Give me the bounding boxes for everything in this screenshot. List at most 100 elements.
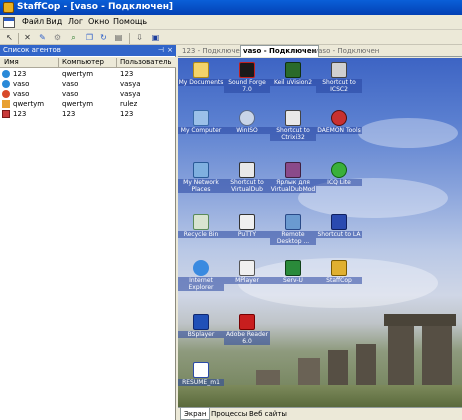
desktop-icon-label: Shortcut to VirtualDub <box>224 179 270 193</box>
desktop-icon-remote-desktop[interactable]: Remote Desktop ... <box>270 214 316 256</box>
title-bar: StaffCop - [vaso - Подключен] <box>0 0 462 15</box>
agent-offline-icon <box>2 110 10 118</box>
desktop-icon-label: WinISO <box>224 127 270 134</box>
menu-window[interactable]: Окно <box>88 17 109 26</box>
daemon-tools-icon <box>331 110 347 126</box>
agent-connected-icon <box>2 80 10 88</box>
pin-icon[interactable]: ⊣ <box>158 45 164 56</box>
internet-explorer-icon <box>193 260 209 276</box>
desktop-icon-adobe-reader[interactable]: Adobe Reader 6.0 <box>224 314 270 356</box>
desktop-icon-label: PuTTY <box>224 231 270 238</box>
export-icon[interactable]: ⇩ <box>134 33 145 43</box>
stone-lintel <box>384 314 456 326</box>
desktop-icon-putty[interactable]: PuTTY <box>224 214 270 256</box>
tool-icon[interactable]: ⚙ <box>52 33 63 43</box>
refresh-icon[interactable]: ↻ <box>98 33 109 43</box>
save-icon[interactable]: ▣ <box>150 33 161 43</box>
column-divider[interactable] <box>116 58 117 67</box>
document-icon[interactable]: ▤ <box>113 33 124 43</box>
toolbar-separator <box>18 33 19 44</box>
sound-forge-icon <box>239 62 255 78</box>
desktop-icon-la[interactable]: Shortcut to LA <box>316 214 362 256</box>
desktop-icon-daemon-tools[interactable]: DAEMON Tools <box>316 110 362 152</box>
agent-warning-icon <box>2 100 10 108</box>
agent-row[interactable]: vaso vaso vasya <box>0 90 176 99</box>
search-icon[interactable]: ⌕ <box>68 33 79 43</box>
desktop-icon-serv-u[interactable]: Serv-U <box>270 260 316 302</box>
desktop-icon-virtualdubmod[interactable]: Ярлык для VirtualDubMod <box>270 162 316 204</box>
agent-row[interactable]: qwertym qwertym rulez <box>0 100 176 109</box>
tab-session-123[interactable]: 123 - Подключен <box>180 46 246 57</box>
desktop-icon-label: Shortcut to Ctrixi32 <box>270 127 316 141</box>
desktop-icon-staffcop[interactable]: StaffCop <box>316 260 362 302</box>
word-document-icon <box>193 362 209 378</box>
menu-file[interactable]: Файл <box>22 17 44 26</box>
close-icon[interactable]: × <box>167 45 173 56</box>
desktop-icon-virtualdub[interactable]: Shortcut to VirtualDub <box>224 162 270 204</box>
desktop-icon-citrix[interactable]: Shortcut to Ctrixi32 <box>270 110 316 152</box>
desktop-icon-my-documents[interactable]: My Documents <box>178 62 224 104</box>
agent-connected-icon <box>2 70 10 78</box>
menu-log[interactable]: Лог <box>68 17 83 26</box>
column-header-user[interactable]: Пользователь <box>120 57 172 68</box>
desktop-icon-label: Ярлык для VirtualDubMod <box>270 179 316 193</box>
agent-name: vaso <box>13 80 30 88</box>
agent-computer: qwertym <box>62 100 94 108</box>
desktop-icon-resume[interactable]: RESUME_m1 <box>178 362 224 404</box>
agent-name: 123 <box>13 70 27 78</box>
media-player-icon <box>239 260 255 276</box>
desktop-icon-mplayer[interactable]: MPlayer <box>224 260 270 302</box>
agent-disconnected-icon <box>2 90 10 98</box>
column-header-name[interactable]: Имя <box>4 57 19 68</box>
desktop-icon-label: ICQ Lite <box>316 179 362 186</box>
menu-view[interactable]: Вид <box>46 17 62 26</box>
window-icon[interactable] <box>3 17 15 28</box>
agent-name: 123 <box>13 110 27 118</box>
column-divider[interactable] <box>58 58 59 67</box>
tab-processes[interactable]: Процессы <box>208 408 250 420</box>
tab-session-vaso[interactable]: vaso - Подключен <box>312 46 381 57</box>
agent-user: vasya <box>120 90 141 98</box>
desktop-icon-icsc2[interactable]: Shortcut to ICSC2 <box>316 62 362 104</box>
agents-panel-title-text: Список агентов <box>3 46 61 54</box>
desktop-icon-recycle-bin[interactable]: Recycle Bin <box>178 214 224 256</box>
disc-icon <box>239 110 255 126</box>
desktop-icon-network-places[interactable]: My Network Places <box>178 162 224 204</box>
agent-user: 123 <box>120 110 134 118</box>
agent-row[interactable]: vaso vaso vasya <box>0 80 176 89</box>
agent-row[interactable]: 123 123 123 <box>0 110 176 119</box>
agent-computer: qwertym <box>62 70 94 78</box>
desktop-icon-sound-forge[interactable]: Sound Forge 7.0 <box>224 62 270 104</box>
desktop-icon-icq[interactable]: ICQ Lite <box>316 162 362 204</box>
agent-computer: vaso <box>62 80 79 88</box>
pointer-icon[interactable]: ↖ <box>4 33 15 43</box>
desktop-icon-my-computer[interactable]: My Computer <box>178 110 224 152</box>
agent-row[interactable]: 123 qwertym 123 <box>0 70 176 79</box>
session-tabs: 123 - Подключен vaso - Подключен vaso - … <box>178 45 462 57</box>
remote-desktop-view[interactable]: My Documents My Computer My Network Plac… <box>178 58 462 407</box>
tab-session-vaso-active[interactable]: vaso - Подключен <box>240 45 320 57</box>
desktop-icon-winiso[interactable]: WinISO <box>224 110 270 152</box>
server-icon <box>285 260 301 276</box>
desktop-icon-label: DAEMON Tools <box>316 127 362 134</box>
menu-help[interactable]: Помощь <box>113 17 147 26</box>
window-title: StaffCop - [vaso - Подключен] <box>17 2 174 12</box>
icq-flower-icon <box>331 162 347 178</box>
desktop-icon-label: My Network Places <box>178 179 224 193</box>
agent-name: qwertym <box>13 100 45 108</box>
column-header-computer[interactable]: Компьютер <box>62 57 104 68</box>
copy-icon[interactable]: ❐ <box>84 33 95 43</box>
tab-screen[interactable]: Экран <box>180 408 211 420</box>
tab-websites[interactable]: Веб сайты <box>246 408 290 420</box>
delete-icon[interactable]: ✕ <box>22 33 33 43</box>
staffcop-icon <box>331 260 347 276</box>
agent-user: 123 <box>120 70 134 78</box>
desktop-icon-label: RESUME_m1 <box>178 379 224 386</box>
desktop-icon-bsplayer[interactable]: BSplayer <box>178 314 224 356</box>
stone-pillar <box>422 326 452 388</box>
desktop-icon-label: Remote Desktop ... <box>270 231 316 245</box>
desktop-icon-internet-explorer[interactable]: Internet Explorer <box>178 260 224 302</box>
edit-icon[interactable]: ✎ <box>37 33 48 43</box>
desktop-icon-keil[interactable]: Keil uVision2 <box>270 62 316 104</box>
bsplayer-icon <box>193 314 209 330</box>
